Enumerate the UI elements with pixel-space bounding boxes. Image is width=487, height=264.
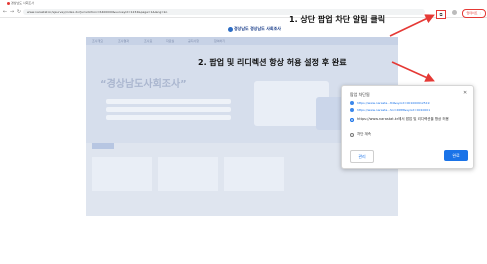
nav-item[interactable]: 공지사항 xyxy=(188,37,199,45)
back-icon[interactable]: ← xyxy=(2,8,8,16)
blocked-popup-link[interactable]: https://www.narasta...84&syoid=001000612… xyxy=(357,101,430,105)
nav-item[interactable]: 자료실 xyxy=(166,37,174,45)
site-nav: 조사개요 조사결과 조사표 자료실 공지사항 참여하기 xyxy=(86,37,398,45)
info-card[interactable] xyxy=(92,157,152,191)
annotation-step2: 2. 팝업 및 리디렉션 항상 허용 설정 후 완료 xyxy=(198,58,347,67)
dialog-title: 팝업 차단됨 xyxy=(350,92,370,97)
tablet-illustration xyxy=(316,97,344,130)
banner-line xyxy=(106,99,231,104)
annotation-step1: 1. 상단 팝업 차단 알림 클릭 xyxy=(289,15,386,24)
option-always-allow-label: https://www.narastat.kr에서 팝업 및 리디렉션을 항상 … xyxy=(357,117,449,121)
arrow-to-bubble xyxy=(391,61,435,82)
tab-title: 경상남도 사회조사 xyxy=(11,1,35,5)
popup-blocked-icon: ⧉ xyxy=(439,12,443,17)
blocked-popup-link[interactable]: https://www.narasta...Sn=2688&syoid=0010… xyxy=(357,108,430,112)
close-icon[interactable]: ✕ xyxy=(463,90,467,96)
link-bullet-icon xyxy=(350,108,354,112)
site-logo[interactable]: 경상남도 경상남도 사회조사 xyxy=(228,26,281,32)
done-button[interactable]: 완료 xyxy=(444,150,468,161)
radio-always-allow[interactable] xyxy=(350,118,354,122)
browser-tab[interactable]: 경상남도 사회조사 xyxy=(7,0,67,7)
update-button[interactable]: 업데이트 ⋮ xyxy=(462,9,486,18)
popup-blocked-button[interactable]: ⧉ xyxy=(436,10,446,19)
banner-title: “경상남도사회조사” xyxy=(100,79,187,90)
address-bar-row: ← → ↻ www.narastat.kr/sjsurvey/index.do?… xyxy=(0,7,487,18)
forward-icon[interactable]: → xyxy=(9,8,15,16)
favicon-icon xyxy=(7,1,10,5)
option-keep-blocking-label: 차단 계속 xyxy=(357,132,371,136)
link-bullet-icon xyxy=(350,101,354,105)
info-card[interactable] xyxy=(224,157,284,191)
popup-blocked-dialog: 팝업 차단됨 ✕ https://www.narasta...84&syoid=… xyxy=(341,85,474,169)
banner-button[interactable] xyxy=(92,143,114,149)
nav-item[interactable]: 조사결과 xyxy=(118,37,129,45)
manage-button[interactable]: 관리 xyxy=(350,150,374,163)
banner-line xyxy=(106,107,231,112)
reload-icon[interactable]: ↻ xyxy=(16,8,22,16)
profile-avatar[interactable] xyxy=(452,10,457,15)
nav-item[interactable]: 조사개요 xyxy=(92,37,103,45)
info-card[interactable] xyxy=(158,157,218,191)
nav-item[interactable]: 참여하기 xyxy=(214,37,225,45)
radio-keep-blocking[interactable] xyxy=(350,133,354,137)
banner-line xyxy=(106,115,231,120)
nav-item[interactable]: 조사표 xyxy=(144,37,152,45)
logo-mark-icon xyxy=(228,26,233,32)
site-logo-text: 경상남도 경상남도 사회조사 xyxy=(234,26,281,31)
